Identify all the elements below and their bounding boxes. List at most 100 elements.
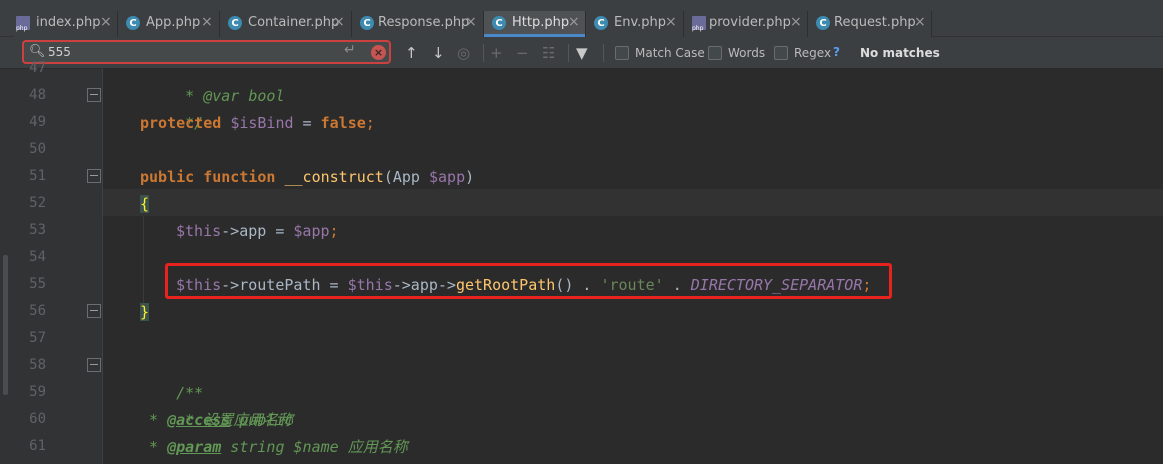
toolbar-separator (568, 44, 569, 62)
class-icon: C (492, 16, 506, 30)
tab-request-php[interactable]: C Request.php × (808, 11, 932, 37)
regex-help-link[interactable]: ? (833, 45, 840, 59)
fold-end-icon[interactable] (87, 304, 101, 318)
indent-guide (143, 216, 144, 304)
close-icon[interactable]: × (465, 14, 477, 30)
line-number: 61 (29, 438, 46, 454)
code-line: */ (140, 83, 203, 132)
function-name: __construct (284, 168, 384, 186)
line-number: 56 (29, 303, 46, 319)
tab-http-php[interactable]: C Http.php × (484, 11, 586, 37)
search-icon[interactable]: 🔍︎ (29, 44, 46, 59)
highlight-annotation-box (165, 263, 892, 299)
close-icon[interactable]: × (914, 14, 926, 30)
close-icon[interactable]: × (665, 14, 677, 30)
fold-start-icon[interactable] (87, 169, 101, 183)
tab-label: Container.php (248, 15, 340, 30)
regex-checkbox[interactable] (774, 46, 788, 60)
tab-label: Env.php (614, 15, 667, 30)
php-file-icon (692, 16, 706, 32)
line-number: 60 (29, 411, 46, 427)
keyword: public (140, 168, 195, 186)
doc-comment: * (140, 438, 168, 456)
doc-comment: public (230, 411, 294, 429)
line-number: 59 (29, 384, 46, 400)
close-icon[interactable]: × (100, 14, 112, 30)
code-line: public function __construct(App $app) (140, 164, 474, 191)
add-occurrence-icon[interactable]: + (490, 45, 503, 61)
toolbar-separator (603, 44, 604, 62)
line-number: 48 (29, 87, 46, 103)
class-icon: C (360, 16, 374, 30)
fold-start-icon[interactable] (87, 358, 101, 372)
property-access: ->app = (221, 222, 294, 240)
line-number: 47 (29, 60, 46, 76)
left-scrollbar[interactable] (0, 69, 10, 464)
close-icon[interactable]: × (568, 14, 580, 30)
words-label[interactable]: Words (728, 46, 765, 60)
tab-container-php[interactable]: C Container.php × (220, 11, 352, 37)
variable: $this (176, 222, 222, 240)
new-line-icon[interactable]: ↵ (344, 42, 356, 58)
find-all-icon[interactable]: ◎ (457, 45, 470, 61)
remove-occurrence-icon[interactable]: − (516, 45, 529, 61)
tab-label: Request.php (834, 15, 916, 30)
code-editor[interactable]: 47 48 49 50 51 52 53 54 55 56 57 58 59 6… (0, 60, 1163, 464)
tab-label: App.php (146, 15, 201, 30)
line-number: 55 (29, 276, 46, 292)
tab-label: Http.php (512, 15, 570, 30)
tab-index-php[interactable]: index.php × (14, 11, 118, 37)
code-line: * 设置应用名称 (140, 380, 293, 429)
close-icon[interactable]: × (790, 14, 802, 30)
close-icon[interactable]: × (201, 14, 213, 30)
code-line: * @param string $name 应用名称 (140, 434, 408, 461)
clear-search-icon[interactable]: × (371, 45, 386, 60)
doc-tag: @access (167, 411, 231, 429)
fold-end-icon[interactable] (87, 88, 101, 102)
toolbar-separator (483, 44, 484, 62)
caret-row-highlight (103, 189, 1163, 216)
tab-label: index.php (36, 15, 101, 30)
words-checkbox[interactable] (708, 46, 722, 60)
semicolon: ; (329, 222, 339, 240)
tab-label: Response.php (378, 15, 470, 30)
tab-app-php[interactable]: C App.php × (118, 11, 220, 37)
matched-brace: } (140, 303, 150, 321)
code-line: * @access public (140, 407, 294, 434)
tab-label: provider.php (709, 15, 791, 30)
semicolon: ; (365, 114, 375, 132)
parameter-list: ) (465, 168, 475, 186)
regex-label[interactable]: Regex (794, 46, 831, 60)
editor-tab-bar: index.php × C App.php × C Container.php … (0, 0, 1163, 37)
variable: $isBind (230, 114, 294, 132)
class-icon: C (816, 16, 830, 30)
code-line: protected $isBind = false; (140, 110, 375, 137)
tab-env-php[interactable]: C Env.php × (586, 11, 684, 37)
line-number: 49 (29, 114, 46, 130)
select-all-occurrences-icon[interactable]: ☷ (542, 45, 555, 61)
php-file-icon (16, 16, 30, 32)
code-line: $this->app = $app; (176, 218, 339, 245)
tab-provider-php[interactable]: provider.php × (684, 11, 808, 37)
variable: $app (429, 168, 466, 186)
next-occurrence-icon[interactable]: ↓ (432, 45, 445, 61)
close-icon[interactable]: × (333, 14, 345, 30)
line-number: 57 (29, 330, 46, 346)
previous-occurrence-icon[interactable]: ↑ (405, 45, 418, 61)
code-line: { (140, 191, 150, 218)
line-number: 51 (29, 168, 46, 184)
match-case-checkbox[interactable] (615, 46, 629, 60)
operator: = (293, 114, 321, 132)
keyword: false (320, 114, 366, 132)
filter-icon[interactable]: ▼ (576, 45, 588, 61)
keyword: protected (140, 114, 222, 132)
line-number: 54 (29, 249, 46, 265)
line-number: 53 (29, 222, 46, 238)
tab-response-php[interactable]: C Response.php × (352, 11, 484, 37)
class-icon: C (126, 16, 140, 30)
match-case-label[interactable]: Match Case (635, 46, 705, 60)
matched-brace: { (140, 195, 150, 213)
code-line: } (140, 299, 150, 326)
line-number: 50 (29, 141, 46, 157)
scroll-thumb[interactable] (3, 255, 8, 395)
